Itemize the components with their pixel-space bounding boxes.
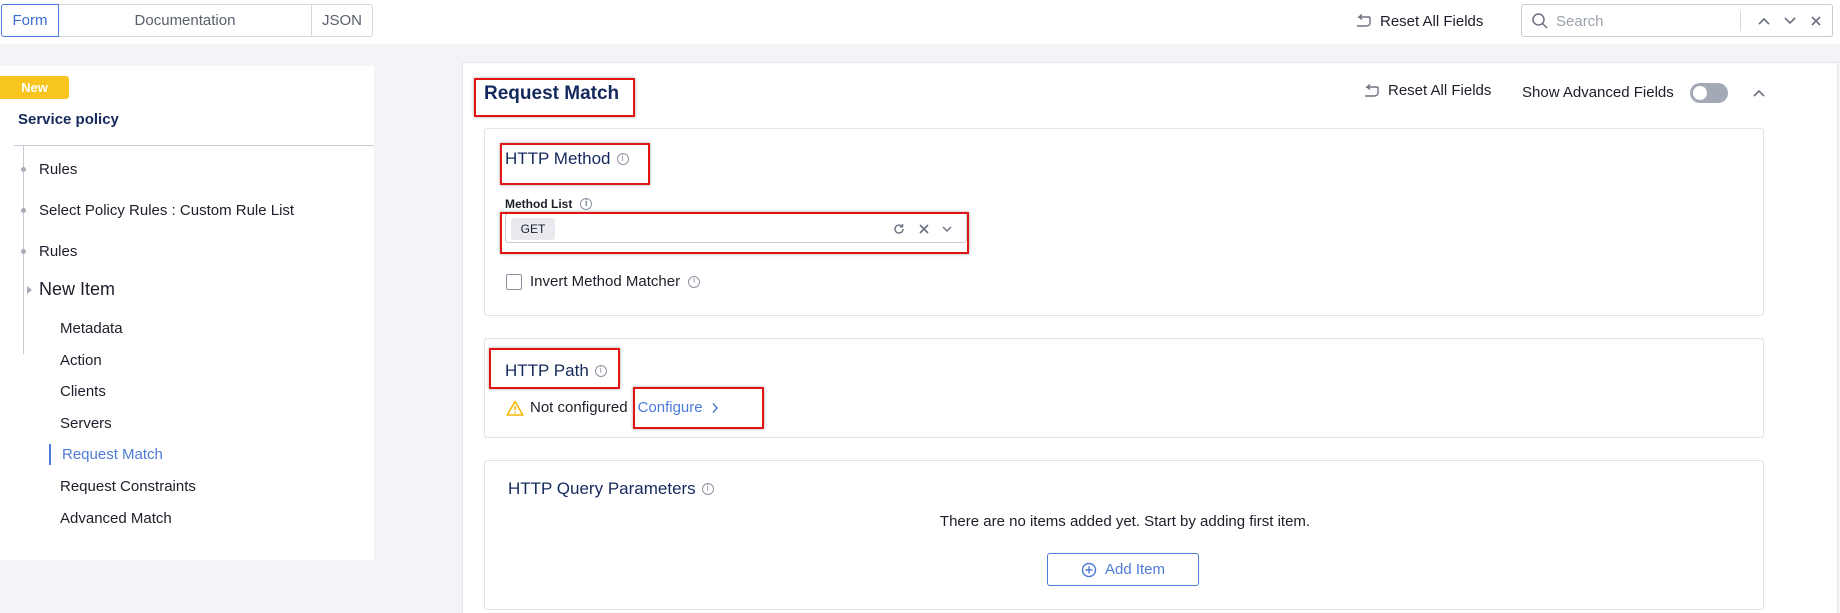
chevron-right-icon [712,402,718,413]
section-reset-label: Reset All Fields [1388,82,1492,99]
http-method-title: HTTP Method i [505,149,629,169]
policy-title: Service policy [18,111,119,128]
info-icon[interactable]: i [616,153,629,165]
method-chip[interactable]: GET [511,218,555,240]
tab-documentation[interactable]: Documentation [58,4,312,37]
current-item-title: New Item [39,279,116,299]
sidebar-item-request-match[interactable]: Request Match [62,446,163,463]
configure-label: Configure [637,399,703,416]
method-list-label: Method List i [505,197,593,211]
section-reset-button[interactable]: Reset All Fields [1362,82,1491,99]
clear-icon[interactable] [916,221,932,237]
new-badge: New [0,76,69,99]
add-item-button[interactable]: Add Item [1047,553,1199,586]
tab-form[interactable]: Form [1,4,59,37]
search-previous-button[interactable] [1754,11,1774,31]
sidebar-item-request-constraints[interactable]: Request Constraints [60,478,196,495]
toggle-knob [1693,86,1707,100]
chevron-down-icon[interactable] [939,221,955,237]
main-panel: Request Match Reset All Fields Show Adva… [462,62,1838,613]
reset-all-fields-label: Reset All Fields [1380,12,1484,30]
top-toolbar: Documentation JSON Form Reset All Fields [0,0,1840,44]
search-icon [1532,13,1548,29]
http-query-params-title: HTTP Query Parameters i [508,479,714,499]
empty-state-text: There are no items added yet. Start by a… [939,513,1311,530]
sidebar-item-metadata[interactable]: Metadata [60,320,123,337]
configure-link[interactable]: Configure [638,399,719,416]
reset-icon [1365,83,1379,97]
info-icon[interactable]: i [580,198,593,210]
chevron-up-icon [1758,17,1770,25]
info-icon[interactable]: i [701,483,714,495]
sidebar-item-advanced-match[interactable]: Advanced Match [60,510,172,527]
close-icon [1811,16,1821,26]
chevron-up-icon [1753,89,1765,97]
caret-right-icon [27,286,32,294]
active-indicator [49,444,51,465]
tab-json[interactable]: JSON [311,4,373,37]
sidebar-item-clients[interactable]: Clients [60,383,106,400]
invert-method-checkbox[interactable] [506,273,522,290]
refresh-icon[interactable] [891,221,907,237]
search-box [1521,4,1833,37]
method-list-select[interactable]: GET [505,213,967,243]
section-title: Request Match [484,83,620,104]
http-path-status-row: Not configured Configure [506,399,719,416]
http-query-params-card: HTTP Query Parameters i There are no ite… [484,460,1764,610]
warning-icon [506,400,524,416]
collapse-section-button[interactable] [1749,83,1769,103]
http-query-params-title-text: HTTP Query Parameters [508,479,696,498]
tree-dot [21,208,26,213]
sidebar-item-action[interactable]: Action [60,352,102,369]
info-icon[interactable]: i [594,365,607,377]
reset-all-fields-button[interactable]: Reset All Fields [1354,10,1483,32]
info-icon[interactable]: i [688,275,701,288]
method-list-label-text: Method List [505,197,573,211]
not-configured-text: Not configured [530,399,628,416]
invert-method-label: Invert Method Matcher [530,273,681,290]
sidebar-item-servers[interactable]: Servers [60,415,112,432]
http-path-title: HTTP Path i [505,361,607,381]
show-advanced-toggle[interactable] [1690,83,1728,103]
plus-circle-icon [1081,562,1097,577]
show-advanced-label: Show Advanced Fields [1522,84,1674,101]
http-method-title-text: HTTP Method [505,149,611,168]
http-path-card: HTTP Path i Not configured Configure [484,338,1764,438]
add-item-label: Add Item [1104,561,1166,578]
tree-dot [21,249,26,254]
http-path-title-text: HTTP Path [505,361,589,380]
breadcrumb-rules-2[interactable]: Rules [39,243,77,260]
http-method-card: HTTP Method i Method List i GET Invert M… [484,128,1764,316]
breadcrumb-select-policy-rules[interactable]: Select Policy Rules : Custom Rule List [39,202,294,219]
reset-icon [1357,14,1371,27]
tree-dot [21,167,26,172]
panel-divider [14,145,374,146]
left-nav-panel: New Service policy Rules Select Policy R… [0,66,374,560]
search-divider [1740,11,1741,31]
search-next-button[interactable] [1780,11,1800,31]
invert-method-row: Invert Method Matcher i [506,273,701,290]
search-input[interactable] [1556,10,1756,32]
breadcrumb-rules[interactable]: Rules [39,161,77,178]
search-clear-button[interactable] [1806,11,1826,31]
chevron-down-icon [1784,17,1796,25]
